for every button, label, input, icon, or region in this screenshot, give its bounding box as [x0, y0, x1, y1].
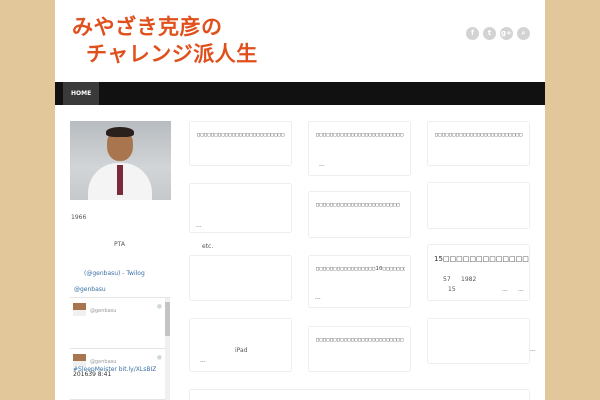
twitter-bird-icon: ●: [156, 303, 162, 310]
post-excerpt: iPad: [235, 347, 248, 354]
main-navigation: HOME: [55, 82, 545, 105]
avatar: [73, 303, 86, 316]
hashtag-link[interactable]: #SleepMeister bit.ly/XLsBIZ: [73, 366, 156, 373]
post-card[interactable]: □□□□□□□□□□□□□□□□□□□□□□□□□: [428, 122, 529, 165]
twitter-timeline[interactable]: @genbasu ● @genbasu ● 201639 8:41: [70, 297, 170, 400]
site-title-line1: みやざき克彦の: [72, 15, 223, 39]
post-more: ...: [502, 286, 508, 293]
tweet-handle[interactable]: @genbasu: [90, 359, 116, 365]
site-header: みやざき克彦の チャレンジ派人生 f t g+ ⌕: [55, 0, 545, 82]
post-excerpt: ...: [319, 161, 325, 168]
post-card[interactable]: iPad ...: [190, 319, 291, 371]
post-more: ...: [200, 357, 206, 364]
post-card[interactable]: ...: [190, 184, 291, 232]
site-title[interactable]: みやざき克彦の チャレンジ派人生: [72, 14, 258, 68]
post-more: ...: [518, 286, 524, 293]
post-title[interactable]: □□□□□□□□□□□□□□□□□□□□□□□□□: [316, 337, 405, 343]
scrollbar-thumb[interactable]: [165, 302, 170, 336]
post-title[interactable]: 15□□□□□□□□□□□□□□□□□□: [434, 255, 529, 263]
photo-hair: [106, 127, 134, 137]
post-title[interactable]: □□□□□□□□□□□□□□□□□□□□□□□□: [316, 202, 405, 208]
page: みやざき克彦の チャレンジ派人生 f t g+ ⌕ HOME 1966 PTA …: [55, 0, 545, 400]
post-card[interactable]: [428, 183, 529, 228]
post-excerpt: ...: [196, 222, 202, 229]
post-card[interactable]: □□□□□□□□□□□□□□□□□□□□□□□□□: [190, 122, 291, 165]
post-etc: etc.: [202, 243, 214, 250]
post-card[interactable]: [190, 390, 529, 400]
post-card[interactable]: 15□□□□□□□□□□□□□□□□□□ 57 1982 15 ... ...: [428, 245, 529, 300]
post-card[interactable]: [190, 256, 291, 300]
social-links: f t g+ ⌕: [466, 27, 530, 40]
post-card[interactable]: □□□□□□□□□□□□□□□□□□□□□□□□□ ...: [309, 122, 410, 175]
twitter-handle-link[interactable]: @genbasu: [74, 286, 106, 293]
twitter-bird-icon: ●: [156, 354, 162, 361]
facebook-icon[interactable]: f: [466, 27, 479, 40]
search-icon[interactable]: ⌕: [517, 27, 530, 40]
post-card[interactable]: □□□□□□□□□□□□□□□□□□□□□□□□□: [309, 327, 410, 371]
twilog-link[interactable]: (@genbasu) - Twilog: [84, 270, 145, 277]
profile-pta: PTA: [114, 241, 125, 248]
photo-tie: [117, 165, 123, 195]
tweet-handle[interactable]: @genbasu: [90, 308, 116, 314]
post-card[interactable]: [428, 319, 529, 363]
post-excerpt: ...: [315, 294, 321, 301]
post-title[interactable]: □□□□□□□□□□□□□□□□□□□□□□□□□: [435, 132, 524, 138]
post-excerpt-c: 15: [448, 286, 456, 293]
post-title[interactable]: □□□□□□□□□□□□□□□□□□□□□□□□□: [316, 132, 405, 138]
post-card[interactable]: □□□□□□□□□□□□□□□□□□□□□□□□: [309, 192, 410, 237]
site-title-line2: チャレンジ派人生: [86, 42, 258, 66]
tweet-item[interactable]: @genbasu ●: [70, 298, 170, 349]
post-card[interactable]: □□□□□□□□□□□□□□□□□10□□□□□□□ ...: [309, 256, 410, 307]
post-excerpt-a: 57: [443, 276, 451, 283]
profile-photo: [70, 121, 171, 200]
post-title[interactable]: □□□□□□□□□□□□□□□□□□□□□□□□□: [197, 132, 286, 138]
post-excerpt-b: 1982: [461, 276, 477, 283]
timeline-scrollbar[interactable]: [165, 298, 170, 400]
twitter-icon[interactable]: t: [483, 27, 496, 40]
google-plus-icon[interactable]: g+: [500, 27, 513, 40]
tweet-item[interactable]: @genbasu ● 201639 8:41: [70, 349, 170, 400]
post-more: ...: [530, 346, 536, 353]
nav-home[interactable]: HOME: [63, 82, 100, 105]
post-title[interactable]: □□□□□□□□□□□□□□□□□10□□□□□□□: [316, 266, 405, 272]
profile-birth-year: 1966: [71, 214, 87, 221]
